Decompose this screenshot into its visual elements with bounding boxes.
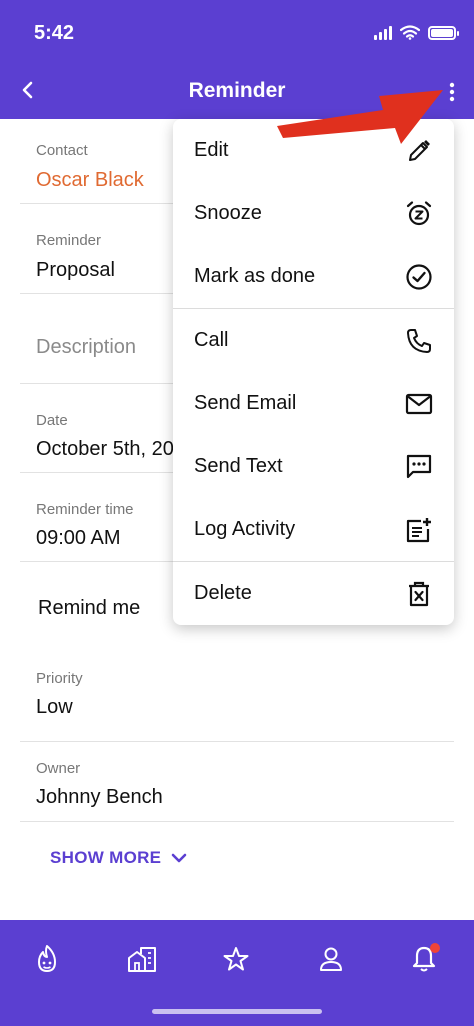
menu-item-label: Snooze <box>194 202 262 224</box>
owner-field[interactable]: Owner Johnny Bench <box>20 742 454 822</box>
reminder-time-label: Reminder time <box>36 501 134 518</box>
date-label: Date <box>36 412 68 429</box>
menu-item-log-activity[interactable]: Log Activity <box>173 498 454 561</box>
description-input[interactable]: Description <box>36 336 136 359</box>
person-icon <box>320 947 342 971</box>
date-value: October 5th, 20 <box>36 438 174 460</box>
contact-label: Contact <box>36 142 88 159</box>
menu-item-call[interactable]: Call <box>173 309 454 372</box>
phone-icon <box>404 326 434 356</box>
menu-item-label: Send Text <box>194 455 283 477</box>
home-indicator <box>152 1009 322 1014</box>
priority-field[interactable]: Priority Low <box>20 653 454 742</box>
remind-me-label: Remind me <box>38 597 141 619</box>
menu-item-label: Mark as done <box>194 265 316 287</box>
more-vertical-icon <box>449 82 455 102</box>
status-time: 5:42 <box>34 22 75 44</box>
tab-favorites[interactable] <box>211 934 261 984</box>
alarm-snooze-icon <box>404 199 434 229</box>
actions-menu: Edit Snooze Mark as done Call Send Email… <box>173 119 454 625</box>
owner-label: Owner <box>36 760 81 777</box>
tab-notifications[interactable] <box>399 934 449 984</box>
show-more-button[interactable]: SHOW MORE <box>50 848 187 868</box>
priority-label: Priority <box>36 670 83 687</box>
menu-item-edit[interactable]: Edit <box>173 119 454 182</box>
contact-value[interactable]: Oscar Black <box>36 169 144 192</box>
status-icons <box>374 25 459 40</box>
building-icon <box>128 947 156 972</box>
menu-item-label: Log Activity <box>194 518 296 540</box>
wifi-icon <box>400 25 420 40</box>
owner-value: Johnny Bench <box>36 786 163 808</box>
flame-face-icon <box>38 945 56 972</box>
more-options-button[interactable] <box>438 78 466 106</box>
message-icon <box>404 452 434 482</box>
reminder-label: Reminder <box>36 232 102 249</box>
menu-item-delete[interactable]: Delete <box>173 562 454 625</box>
trash-icon <box>404 579 434 609</box>
menu-item-send-text[interactable]: Send Text <box>173 435 454 498</box>
menu-item-snooze[interactable]: Snooze <box>173 182 454 245</box>
tab-companies[interactable] <box>117 934 167 984</box>
menu-item-label: Edit <box>194 139 229 161</box>
check-circle-icon <box>404 262 434 292</box>
menu-item-label: Send Email <box>194 392 297 414</box>
top-app-bar: 5:42 Reminder <box>0 0 474 119</box>
menu-item-mark-as-done[interactable]: Mark as done <box>173 245 454 308</box>
priority-value: Low <box>36 696 73 718</box>
battery-icon <box>428 25 459 40</box>
note-add-icon <box>404 515 434 545</box>
menu-item-label: Call <box>194 329 229 351</box>
reminder-value: Proposal <box>36 259 115 281</box>
show-more-label: SHOW MORE <box>50 848 162 867</box>
tab-contacts[interactable] <box>306 934 356 984</box>
notification-badge <box>430 943 440 953</box>
chevron-down-icon <box>172 853 187 863</box>
menu-item-label: Delete <box>194 582 252 604</box>
reminder-time-value: 09:00 AM <box>36 527 121 549</box>
menu-item-send-email[interactable]: Send Email <box>173 372 454 435</box>
envelope-icon <box>404 389 434 419</box>
cellular-signal-icon <box>374 25 392 40</box>
star-icon <box>223 947 249 971</box>
pencil-icon <box>404 136 434 166</box>
tab-leads[interactable] <box>22 934 72 984</box>
page-title: Reminder <box>188 79 286 102</box>
